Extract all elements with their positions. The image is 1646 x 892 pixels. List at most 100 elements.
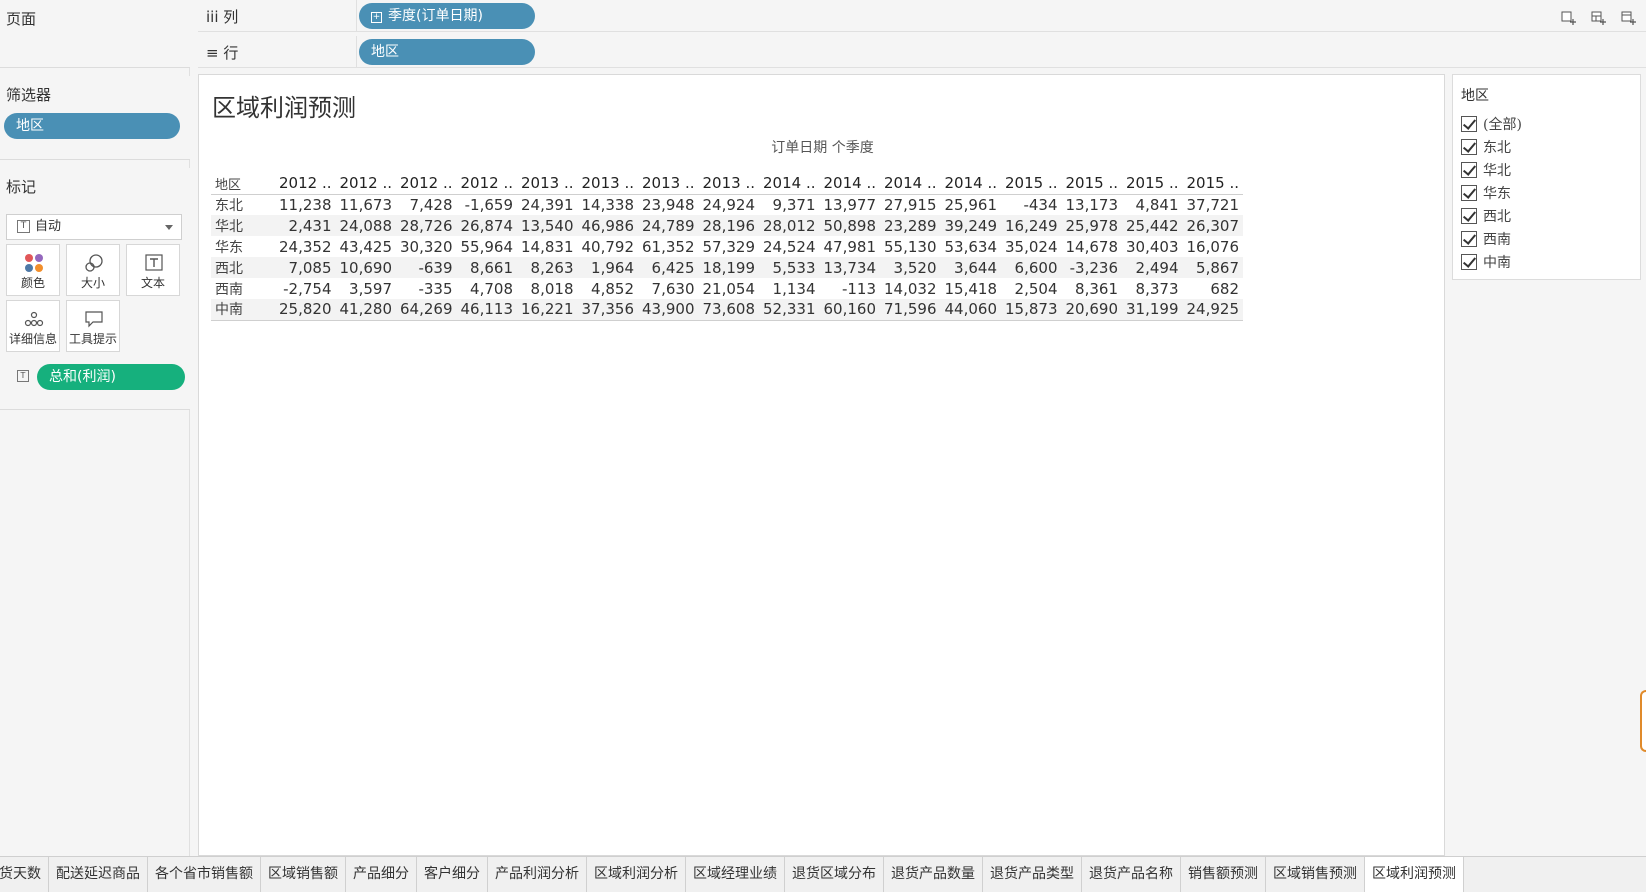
text-encoding-icon[interactable]: T — [17, 370, 29, 382]
profit-cell[interactable]: 15,873 — [1001, 299, 1062, 320]
region-filter-item[interactable]: 中南 — [1461, 253, 1522, 276]
column-header-quarter[interactable]: 2013 .. — [517, 173, 578, 194]
profit-cell[interactable]: 1,964 — [578, 257, 639, 278]
profit-cell[interactable]: 24,524 — [759, 236, 820, 257]
profit-cell[interactable]: 21,054 — [699, 278, 760, 299]
profit-cell[interactable]: 61,352 — [638, 236, 699, 257]
sheet-tab[interactable]: 区域经理业绩 — [686, 857, 785, 892]
profit-cell[interactable]: 46,986 — [578, 215, 639, 236]
profit-cell[interactable]: 64,269 — [396, 299, 457, 320]
profit-cell[interactable]: 14,338 — [578, 194, 639, 215]
region-row-pill[interactable]: 地区 — [359, 39, 535, 65]
profit-cell[interactable]: 14,678 — [1062, 236, 1123, 257]
checkbox-checked-icon[interactable] — [1461, 116, 1477, 132]
profit-cell[interactable]: 18,199 — [699, 257, 760, 278]
profit-cell[interactable]: 47,981 — [820, 236, 881, 257]
profit-cell[interactable]: -1,659 — [457, 194, 518, 215]
profit-cell[interactable]: -3,236 — [1062, 257, 1123, 278]
profit-cell[interactable]: 60,160 — [820, 299, 881, 320]
sheet-tab[interactable]: 销售额预测 — [1181, 857, 1266, 892]
column-header-quarter[interactable]: 2015 .. — [1183, 173, 1244, 194]
profit-cell[interactable]: 24,088 — [336, 215, 397, 236]
profit-cell[interactable]: 52,331 — [759, 299, 820, 320]
region-filter-item[interactable]: 东北 — [1461, 138, 1522, 161]
profit-cell[interactable]: 4,852 — [578, 278, 639, 299]
profit-cell[interactable]: 24,925 — [1183, 299, 1244, 320]
profit-cell[interactable]: 4,841 — [1122, 194, 1183, 215]
sheet-tab[interactable]: 退货产品名称 — [1082, 857, 1181, 892]
sheet-tab[interactable]: 退货产品类型 — [983, 857, 1082, 892]
profit-cell[interactable]: 14,032 — [880, 278, 941, 299]
profit-cell[interactable]: 31,199 — [1122, 299, 1183, 320]
sheet-tab[interactable]: 产品利润分析 — [488, 857, 587, 892]
profit-cell[interactable]: 53,634 — [941, 236, 1002, 257]
profit-cell[interactable]: 25,978 — [1062, 215, 1123, 236]
profit-cell[interactable]: 11,238 — [275, 194, 336, 215]
profit-cell[interactable]: 682 — [1183, 278, 1244, 299]
sheet-tab[interactable]: 货天数 — [0, 857, 49, 892]
checkbox-checked-icon[interactable] — [1461, 185, 1477, 201]
profit-cell[interactable]: 71,596 — [880, 299, 941, 320]
profit-cell[interactable]: 5,533 — [759, 257, 820, 278]
column-header-quarter[interactable]: 2014 .. — [820, 173, 881, 194]
profit-cell[interactable]: 37,721 — [1183, 194, 1244, 215]
profit-cell[interactable]: 24,391 — [517, 194, 578, 215]
profit-cell[interactable]: 3,644 — [941, 257, 1002, 278]
row-header-region[interactable]: 华东 — [211, 236, 275, 257]
scroll-handle[interactable] — [1640, 690, 1646, 752]
profit-cell[interactable]: 41,280 — [336, 299, 397, 320]
profit-cell[interactable]: 26,874 — [457, 215, 518, 236]
profit-cell[interactable]: 13,540 — [517, 215, 578, 236]
profit-cell[interactable]: 6,425 — [638, 257, 699, 278]
new-worksheet-icon[interactable] — [1560, 10, 1578, 26]
profit-cell[interactable]: 44,060 — [941, 299, 1002, 320]
profit-cell[interactable]: 30,320 — [396, 236, 457, 257]
profit-cell[interactable]: 4,708 — [457, 278, 518, 299]
profit-cell[interactable]: 7,085 — [275, 257, 336, 278]
profit-cell[interactable]: 39,249 — [941, 215, 1002, 236]
profit-cell[interactable]: 55,130 — [880, 236, 941, 257]
sheet-tab[interactable]: 产品细分 — [346, 857, 417, 892]
profit-cell[interactable]: 24,924 — [699, 194, 760, 215]
profit-cell[interactable]: 28,012 — [759, 215, 820, 236]
row-header-region[interactable]: 西南 — [211, 278, 275, 299]
column-header-quarter[interactable]: 2012 .. — [336, 173, 397, 194]
sheet-tab[interactable]: 区域利润分析 — [587, 857, 686, 892]
row-header-region[interactable]: 西北 — [211, 257, 275, 278]
profit-cell[interactable]: 35,024 — [1001, 236, 1062, 257]
sheet-tab[interactable]: 各个省市销售额 — [148, 857, 261, 892]
row-header-region[interactable]: 东北 — [211, 194, 275, 215]
new-dashboard-icon[interactable] — [1590, 10, 1608, 26]
column-header-quarter[interactable]: 2014 .. — [941, 173, 1002, 194]
profit-cell[interactable]: 8,018 — [517, 278, 578, 299]
quarter-order-date-pill[interactable]: + 季度(订单日期) — [359, 3, 535, 29]
checkbox-checked-icon[interactable] — [1461, 231, 1477, 247]
profit-cell[interactable]: 5,867 — [1183, 257, 1244, 278]
sheet-tab[interactable]: 退货产品数量 — [884, 857, 983, 892]
row-header-region[interactable]: 中南 — [211, 299, 275, 320]
column-header-quarter[interactable]: 2015 .. — [1062, 173, 1123, 194]
profit-cell[interactable]: 3,597 — [336, 278, 397, 299]
filter-pill-region[interactable]: 地区 — [4, 113, 180, 139]
profit-cell[interactable]: 7,630 — [638, 278, 699, 299]
sheet-tab[interactable]: 客户细分 — [417, 857, 488, 892]
profit-cell[interactable]: 55,964 — [457, 236, 518, 257]
profit-cell[interactable]: 73,608 — [699, 299, 760, 320]
profit-cell[interactable]: 57,329 — [699, 236, 760, 257]
profit-cell[interactable]: 23,289 — [880, 215, 941, 236]
profit-cell[interactable]: -2,754 — [275, 278, 336, 299]
region-filter-item[interactable]: (全部) — [1461, 115, 1522, 138]
sheet-tab[interactable]: 区域销售额 — [261, 857, 346, 892]
profit-cell[interactable]: 11,673 — [336, 194, 397, 215]
column-header-quarter[interactable]: 2012 .. — [275, 173, 336, 194]
sum-profit-pill[interactable]: 总和(利润) — [37, 364, 185, 390]
profit-cell[interactable]: 30,403 — [1122, 236, 1183, 257]
sheet-tab[interactable]: 退货区域分布 — [785, 857, 884, 892]
profit-cell[interactable]: 2,504 — [1001, 278, 1062, 299]
profit-cell[interactable]: 37,356 — [578, 299, 639, 320]
column-header-quarter[interactable]: 2015 .. — [1001, 173, 1062, 194]
profit-cell[interactable]: 8,661 — [457, 257, 518, 278]
size-button[interactable]: 大小 — [66, 244, 120, 296]
profit-cell[interactable]: 15,418 — [941, 278, 1002, 299]
column-header-quarter[interactable]: 2014 .. — [759, 173, 820, 194]
